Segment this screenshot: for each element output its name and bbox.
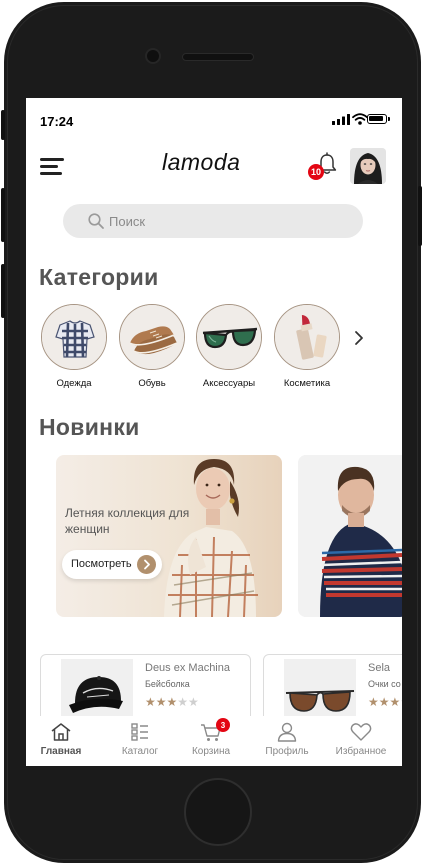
mens-collection-banner[interactable] — [298, 455, 402, 617]
tab-label: Каталог — [121, 746, 159, 757]
volume-down-button — [1, 264, 5, 318]
catalog-icon — [131, 723, 148, 741]
category-cosmetics[interactable]: Косметика — [272, 304, 342, 389]
tab-catalog[interactable]: Каталог — [105, 716, 175, 766]
banner-text: Летняя коллекция для женщин — [65, 506, 190, 536]
category-clothing[interactable]: Одежда — [39, 304, 109, 389]
earpiece-speaker — [182, 53, 254, 61]
profile-icon — [277, 722, 297, 742]
chevron-right-icon[interactable] — [352, 328, 366, 348]
status-bar: 17:24 — [26, 98, 402, 142]
tab-label: Корзина — [191, 746, 231, 757]
volume-up-button — [1, 188, 5, 242]
status-time: 17:24 — [40, 114, 74, 129]
lipstick-icon — [275, 305, 339, 369]
category-shoes[interactable]: Обувь — [117, 304, 187, 389]
notification-badge: 10 — [308, 164, 324, 180]
avatar[interactable] — [350, 148, 386, 184]
category-image — [196, 304, 262, 370]
lamoda-logo[interactable]: lamoda — [162, 149, 240, 176]
product-brand: Deus ex Machina — [145, 662, 230, 674]
tab-home[interactable]: Главная — [26, 716, 96, 766]
view-collection-label: Посмотреть — [71, 558, 132, 570]
front-camera — [145, 48, 161, 64]
banner-model-image — [298, 455, 402, 617]
app-header: lamoda 10 — [26, 142, 402, 192]
tab-cart[interactable]: 3 Корзина — [176, 716, 246, 766]
search-bar[interactable] — [63, 204, 363, 238]
view-collection-button[interactable]: Посмотреть — [62, 550, 162, 579]
tab-label: Профиль — [265, 746, 309, 757]
category-accessories[interactable]: Аксессуары — [194, 304, 264, 389]
battery-icon — [367, 114, 390, 124]
menu-icon[interactable] — [40, 158, 64, 176]
rating-stars: ★★★★★ — [368, 695, 402, 709]
arrow-right-icon — [136, 555, 156, 574]
home-icon — [51, 723, 71, 741]
home-button[interactable] — [184, 778, 252, 846]
category-label: Обувь — [138, 378, 166, 389]
category-image — [274, 304, 340, 370]
category-label: Косметика — [283, 378, 331, 389]
product-brand: Sela — [368, 662, 391, 674]
search-icon — [88, 213, 104, 229]
shirt-icon — [42, 305, 106, 369]
summer-collection-banner[interactable]: Летняя коллекция для женщин Посмотреть — [56, 455, 282, 617]
heart-icon — [350, 723, 372, 741]
tab-label: Избранное — [335, 746, 387, 757]
category-label: Одежда — [56, 378, 92, 389]
mute-switch — [1, 110, 5, 140]
tab-profile[interactable]: Профиль — [252, 716, 322, 766]
power-button — [418, 186, 422, 246]
cellular-signal-icon — [332, 114, 350, 125]
category-image — [119, 304, 185, 370]
product-type: Очки со — [368, 679, 401, 689]
rating-stars: ★★★★★ — [145, 695, 199, 709]
tab-favorites[interactable]: Избранное — [326, 716, 396, 766]
categories-title: Категории — [39, 264, 159, 290]
search-input[interactable] — [109, 211, 339, 231]
wifi-icon — [352, 113, 368, 125]
shoes-icon — [120, 305, 184, 369]
new-arrivals-title: Новинки — [39, 414, 140, 440]
app-screen: 17:24 lamoda 10 Поиск Категории Одежда О… — [26, 98, 402, 766]
category-image — [41, 304, 107, 370]
sunglasses-icon — [197, 305, 261, 369]
cart-count-badge: 3 — [216, 718, 230, 732]
product-type: Бейсболка — [145, 679, 190, 689]
tab-bar: Главная Каталог 3 Корзина Профиль Избран… — [26, 716, 402, 766]
category-label: Аксессуары — [202, 378, 256, 389]
tab-label: Главная — [40, 746, 82, 757]
